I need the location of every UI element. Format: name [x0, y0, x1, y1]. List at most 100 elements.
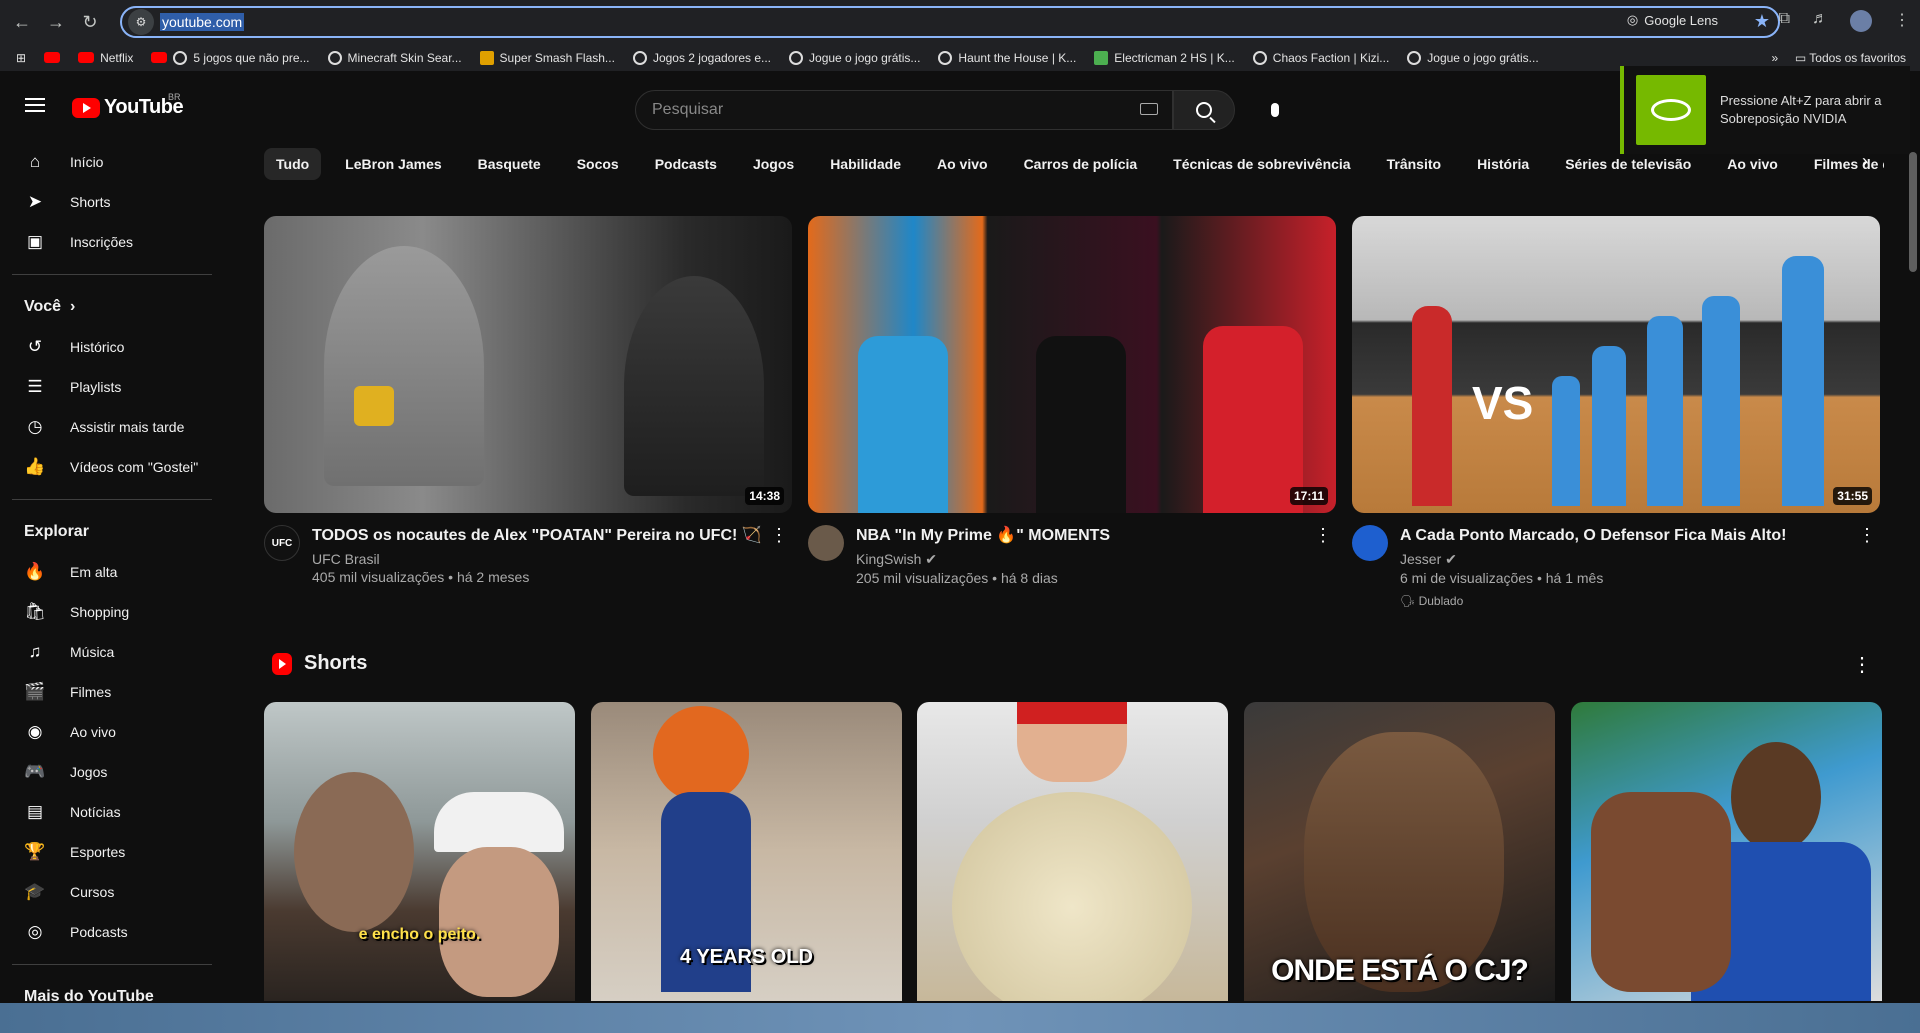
sidebar-explore-item[interactable]: ♫ Música	[0, 632, 230, 672]
bookmark-item[interactable]: Haunt the House | K...	[938, 50, 1076, 65]
bookmark-item[interactable]: Electricman 2 HS | K...	[1094, 50, 1235, 65]
sidebar-item-label: Notícias	[70, 804, 121, 820]
filter-chip[interactable]: Trânsito	[1375, 148, 1453, 180]
sidebar-explore-item[interactable]: 🛍 Shopping	[0, 592, 230, 632]
sidebar-explore-item[interactable]: ◉ Ao vivo	[0, 712, 230, 752]
filter-chip[interactable]: Podcasts	[643, 148, 729, 180]
short-card[interactable]: e encho o peito.	[264, 702, 575, 1001]
site-info-icon[interactable]: ⚙	[128, 9, 154, 35]
sidebar-main-item[interactable]: ➤ Shorts	[0, 182, 230, 222]
profile-avatar[interactable]	[1850, 10, 1872, 32]
search-button[interactable]	[1173, 90, 1235, 130]
sidebar-explore-item[interactable]: 🎮 Jogos	[0, 752, 230, 792]
video-title[interactable]: A Cada Ponto Marcado, O Defensor Fica Ma…	[1400, 525, 1850, 547]
filter-chip[interactable]: Basquete	[466, 148, 553, 180]
bookmark-item[interactable]: Chaos Faction | Kizi...	[1252, 50, 1389, 65]
url-text[interactable]: youtube.com	[160, 13, 245, 31]
more-options-icon[interactable]: ⋮	[1852, 652, 1872, 677]
video-stats: 6 mi de visualizações • há 1 mês	[1400, 570, 1604, 586]
sidebar-icon: ◎	[27, 922, 43, 941]
chevron-right-icon[interactable]: ›	[1862, 151, 1868, 172]
bookmark-item[interactable]: 5 jogos que não pre...	[151, 50, 310, 65]
menu-icon[interactable]: ⋮	[1894, 10, 1910, 32]
channel-avatar[interactable]	[808, 525, 844, 561]
video-thumbnail[interactable]: 17:11	[808, 216, 1336, 513]
sidebar-explore-item[interactable]: ▤ Notícias	[0, 792, 230, 832]
sidebar-item-label: Assistir mais tarde	[70, 419, 185, 435]
netflix-icon	[78, 52, 95, 63]
short-card[interactable]	[1571, 702, 1882, 1001]
channel-avatar[interactable]: UFC	[264, 525, 300, 561]
video-title[interactable]: NBA "In My Prime 🔥" MOMENTS	[856, 525, 1306, 547]
bookmark-youtube[interactable]	[44, 52, 61, 63]
bookmark-star-icon[interactable]: ★	[1754, 11, 1770, 32]
video-title[interactable]: TODOS os nocautes de Alex "POATAN" Perei…	[312, 525, 762, 547]
channel-name[interactable]: KingSwish ✔	[856, 551, 1306, 568]
sidebar-you-item[interactable]: ↺ Histórico	[0, 327, 230, 367]
sidebar-main-item[interactable]: ⌂ Início	[0, 142, 230, 182]
scrollbar-thumb[interactable]	[1909, 152, 1917, 272]
bookmark-item[interactable]: Jogue o jogo grátis...	[1407, 50, 1539, 65]
channel-avatar[interactable]	[1352, 525, 1388, 561]
sidebar-item-label: Em alta	[70, 564, 118, 580]
keyboard-icon[interactable]	[1140, 103, 1158, 115]
sidebar-explore-item[interactable]: 🏆 Esportes	[0, 832, 230, 872]
video-card[interactable]: 17:11 NBA "In My Prime 🔥" MOMENTS KingSw…	[808, 216, 1336, 586]
filter-chip[interactable]: Filmes de comédia	[1802, 148, 1884, 180]
bookmark-item[interactable]: Minecraft Skin Sear...	[327, 50, 462, 65]
filter-chip[interactable]: Tudo	[264, 148, 322, 180]
address-bar[interactable]: ⚙ youtube.com ◎ Google Lens ★	[120, 6, 1780, 38]
menu-icon[interactable]	[25, 98, 45, 112]
sidebar-you-item[interactable]: ☰ Playlists	[0, 367, 230, 407]
sidebar-you-item[interactable]: ◷ Assistir mais tarde	[0, 407, 230, 447]
globe-icon	[1407, 50, 1422, 65]
filter-chips: Tudo LeBron James Basquete Socos Podcasts Jog…	[264, 148, 1884, 180]
apps-icon[interactable]: ⊞	[16, 51, 26, 65]
filter-chip[interactable]: Ao vivo	[925, 148, 1000, 180]
extensions-icon[interactable]: ⧉	[1779, 10, 1790, 32]
bookmark-item[interactable]: Super Smash Flash...	[479, 50, 615, 65]
filter-chip[interactable]: Séries de televisão	[1553, 148, 1703, 180]
google-lens-button[interactable]: ◎ Google Lens	[1627, 12, 1718, 28]
short-card[interactable]: ONDE ESTÁ O CJ?	[1244, 702, 1555, 1001]
sidebar-explore-item[interactable]: 🎓 Cursos	[0, 872, 230, 912]
search-input[interactable]	[636, 101, 1116, 119]
more-options-icon[interactable]: ⋮	[770, 525, 788, 546]
short-card[interactable]: 4 YEARS OLD	[591, 702, 902, 1001]
back-icon[interactable]: ←	[10, 10, 34, 34]
filter-chip[interactable]: Socos	[565, 148, 631, 180]
video-thumbnail[interactable]: 14:38	[264, 216, 792, 513]
sidebar-you-item[interactable]: 👍 Vídeos com "Gostei"	[0, 447, 230, 487]
filter-chip[interactable]: Jogos	[741, 148, 806, 180]
page-scrollbar[interactable]	[1906, 142, 1920, 1003]
all-bookmarks-button[interactable]: » ▭ Todos os favoritos	[1771, 51, 1906, 65]
sidebar-icon: ♫	[28, 642, 42, 661]
forward-icon[interactable]: →	[44, 10, 68, 34]
media-icon[interactable]: ♬	[1812, 10, 1828, 32]
you-section-heading[interactable]: Você ›	[0, 287, 230, 327]
video-thumbnail[interactable]: VS 31:55	[1352, 216, 1880, 513]
filter-chip[interactable]: Ao vivo	[1715, 148, 1790, 180]
filter-chip[interactable]: Habilidade	[818, 148, 913, 180]
more-options-icon[interactable]: ⋮	[1314, 525, 1332, 546]
youtube-logo[interactable]: YouTube	[72, 96, 184, 119]
channel-name[interactable]: Jesser ✔	[1400, 551, 1850, 568]
bookmark-item[interactable]: Netflix	[78, 51, 133, 65]
channel-name[interactable]: UFC Brasil	[312, 551, 762, 567]
video-card[interactable]: 14:38 UFC TODOS os nocautes de Alex "POA…	[264, 216, 792, 585]
filter-chip[interactable]: Carros de polícia	[1012, 148, 1150, 180]
short-card[interactable]	[917, 702, 1228, 1001]
sidebar-explore-item[interactable]: 🔥 Em alta	[0, 552, 230, 592]
reload-icon[interactable]: ↻	[78, 10, 102, 34]
sidebar-explore-item[interactable]: 🎬 Filmes	[0, 672, 230, 712]
sidebar-main-item[interactable]: ▣ Inscrições	[0, 222, 230, 262]
filter-chip[interactable]: História	[1465, 148, 1541, 180]
filter-chip[interactable]: Técnicas de sobrevivência	[1161, 148, 1362, 180]
bookmark-item[interactable]: Jogos 2 jogadores e...	[632, 50, 771, 65]
bookmark-item[interactable]: Jogue o jogo grátis...	[789, 50, 920, 65]
more-options-icon[interactable]: ⋮	[1858, 525, 1876, 546]
filter-chip[interactable]: LeBron James	[333, 148, 453, 180]
video-card[interactable]: VS 31:55 A Cada Ponto Marcado, O Defenso…	[1352, 216, 1880, 608]
sidebar-explore-item[interactable]: ◎ Podcasts	[0, 912, 230, 952]
voice-search-button[interactable]	[1255, 90, 1295, 130]
